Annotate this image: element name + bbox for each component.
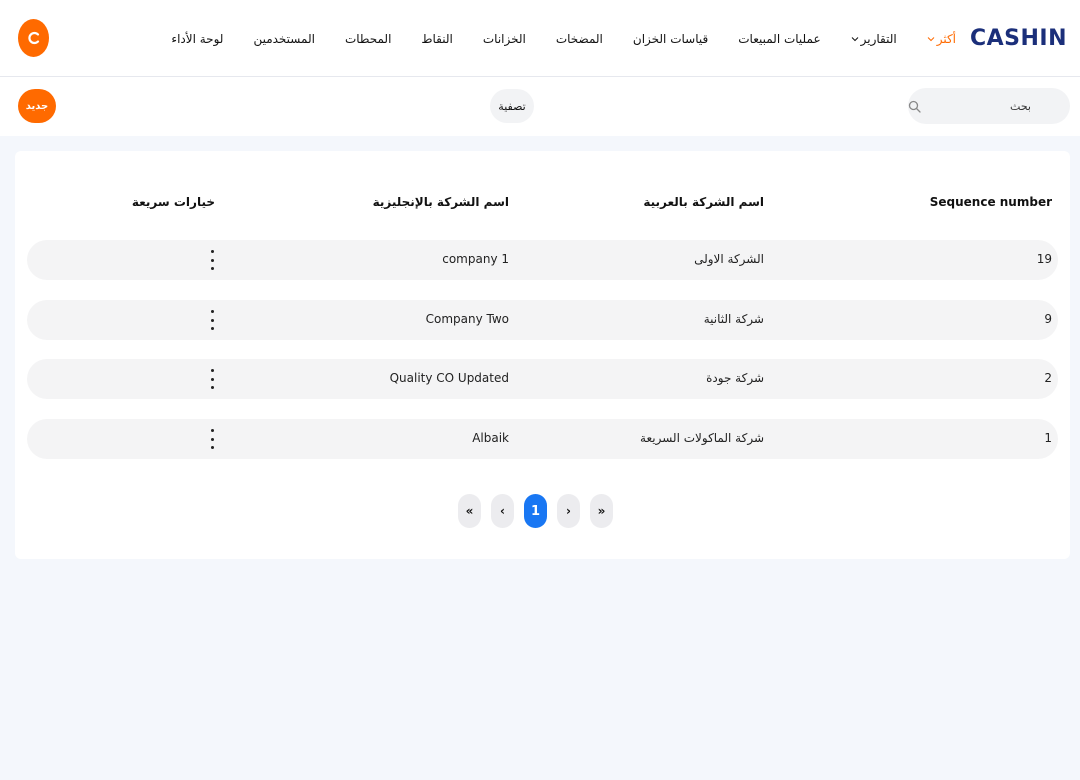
- nav-dashboard[interactable]: لوحة الأداء: [171, 32, 223, 46]
- cell-sequence: 2: [1044, 371, 1052, 385]
- table-row[interactable]: 1 شركة الماكولات السريعة Albaik: [27, 419, 1058, 459]
- user-avatar[interactable]: [18, 19, 49, 57]
- cell-sequence: 9: [1044, 312, 1052, 326]
- nav-points[interactable]: النقاط: [421, 32, 452, 46]
- cell-name-ar: الشركة الاولى: [694, 252, 764, 266]
- cell-name-en: Company Two: [425, 312, 509, 326]
- nav-tank-measurements[interactable]: قياسات الخزان: [633, 32, 708, 46]
- top-navbar: CASHIN لوحة الأداء المستخدمين المحطات ال…: [0, 0, 1080, 77]
- table-row[interactable]: 9 شركة الثانية Company Two: [27, 300, 1058, 340]
- nav-pumps[interactable]: المضخات: [556, 32, 603, 46]
- nav-tanks[interactable]: الخزانات: [483, 32, 526, 46]
- list-toolbar: تصفية جديد: [0, 77, 1080, 136]
- nav-more[interactable]: أكثر: [927, 32, 956, 46]
- search-box[interactable]: [908, 88, 1070, 124]
- column-header-sequence: Sequence number: [929, 195, 1052, 209]
- pagination-page-1[interactable]: 1: [524, 494, 547, 528]
- table-row[interactable]: 2 شركة جودة Quality CO Updated: [27, 359, 1058, 399]
- cell-name-ar: شركة الثانية: [703, 312, 764, 326]
- search-icon: [908, 100, 921, 113]
- cell-name-ar: شركة الماكولات السريعة: [640, 431, 764, 445]
- cashin-logo[interactable]: CASHIN: [970, 26, 1067, 54]
- pagination-first-button[interactable]: «: [458, 494, 481, 528]
- column-header-name-ar: اسم الشركة بالعربية: [643, 195, 764, 209]
- pagination-last-button[interactable]: »: [590, 494, 613, 528]
- search-input[interactable]: [921, 99, 1031, 113]
- nav-reports-label: التقارير: [860, 31, 897, 46]
- cell-name-en: company 1: [442, 252, 509, 266]
- pagination-next-button[interactable]: ›: [557, 494, 580, 528]
- more-options-icon[interactable]: [207, 429, 217, 449]
- pagination-prev-button[interactable]: ‹: [491, 494, 514, 528]
- cell-name-en: Albaik: [472, 431, 509, 445]
- chevron-down-icon: [927, 36, 935, 41]
- nav-more-label: أكثر: [936, 31, 956, 46]
- table-row[interactable]: 19 الشركة الاولى company 1: [27, 240, 1058, 280]
- cell-name-en: Quality CO Updated: [389, 371, 509, 385]
- column-header-name-en: اسم الشركة بالإنجليزية: [372, 195, 509, 209]
- nav-users[interactable]: المستخدمين: [253, 32, 314, 46]
- avatar-letter-c-icon: [27, 31, 39, 45]
- column-header-quick-options: خيارات سريعة: [131, 195, 215, 209]
- pagination: « ‹ 1 › »: [458, 494, 623, 528]
- main-nav: لوحة الأداء المستخدمين المحطات النقاط ال…: [141, 0, 956, 77]
- new-button[interactable]: جديد: [18, 89, 56, 123]
- filter-button[interactable]: تصفية: [490, 89, 534, 123]
- cell-sequence: 19: [1036, 252, 1052, 266]
- cell-sequence: 1: [1044, 431, 1052, 445]
- nav-sales-operations[interactable]: عمليات المبيعات: [738, 32, 820, 46]
- more-options-icon[interactable]: [207, 369, 217, 389]
- chevron-down-icon: [851, 36, 858, 41]
- nav-stations[interactable]: المحطات: [345, 32, 391, 46]
- more-options-icon[interactable]: [207, 250, 217, 270]
- nav-reports[interactable]: التقارير: [851, 32, 897, 46]
- cell-name-ar: شركة جودة: [706, 371, 764, 385]
- companies-table-card: Sequence number اسم الشركة بالعربية اسم …: [15, 151, 1070, 559]
- more-options-icon[interactable]: [207, 310, 217, 330]
